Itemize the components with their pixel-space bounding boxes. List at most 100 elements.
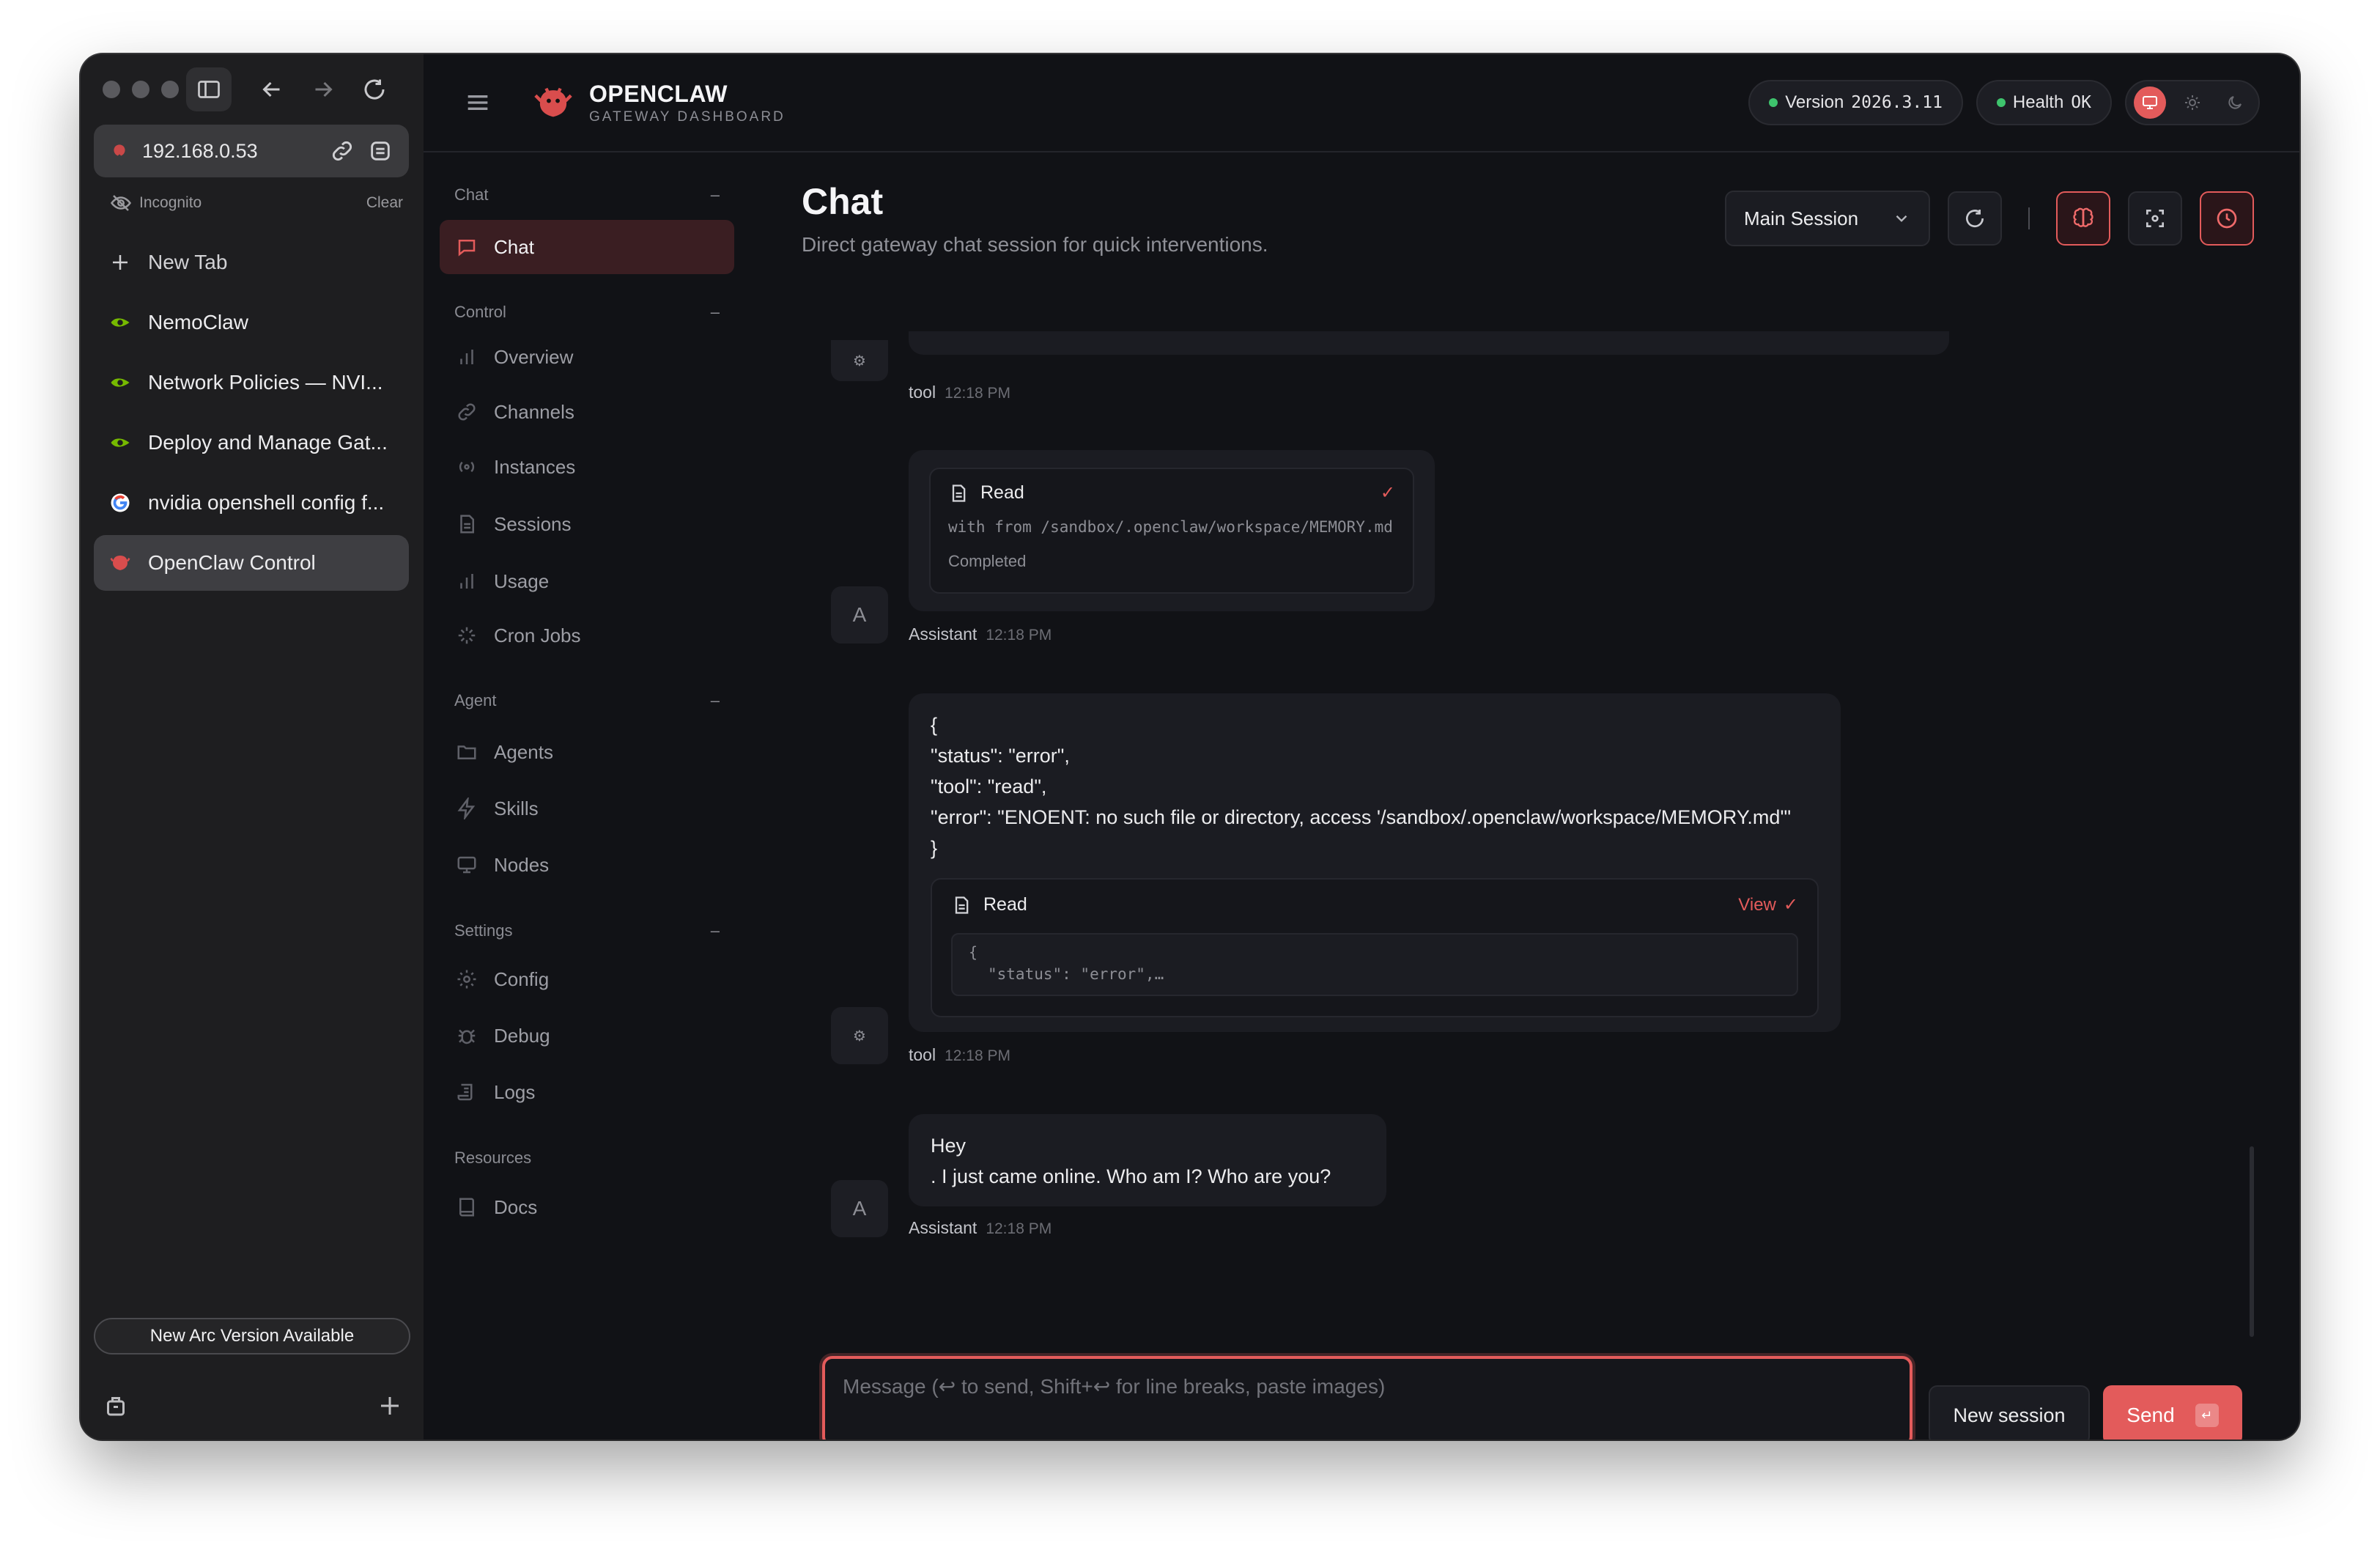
theme-system-button[interactable] [2134, 86, 2166, 119]
tool-card[interactable]: Read ✓ with from /sandbox/.openclaw/work… [929, 468, 1414, 594]
nav-item-instances[interactable]: Instances [440, 440, 734, 494]
nav-section-settings[interactable]: Settings – [440, 916, 734, 946]
forward-button[interactable] [300, 67, 346, 111]
nav-item-channels[interactable]: Channels [440, 384, 734, 440]
message-text-line: . I just came online. Who am I? Who are … [931, 1165, 1331, 1187]
nav-item-config[interactable]: Config [440, 950, 734, 1009]
nav-item-cron-jobs[interactable]: Cron Jobs [440, 608, 734, 663]
nav-item-nodes[interactable]: Nodes [440, 836, 734, 894]
collapse-icon: – [710, 185, 720, 204]
bar-chart-icon [460, 350, 473, 364]
history-button[interactable] [2200, 191, 2254, 246]
folder-icon [457, 745, 476, 759]
nav-item-usage[interactable]: Usage [440, 554, 734, 608]
chevron-down-icon [1896, 215, 1907, 222]
url-text: 192.168.0.53 [142, 139, 258, 162]
minimize-window-button[interactable] [132, 81, 149, 98]
arrow-right-icon [315, 81, 333, 97]
nav-item-sessions[interactable]: Sessions [440, 494, 734, 554]
sun-icon [2185, 95, 2200, 110]
nav-item-label: Channels [494, 400, 574, 423]
brand-name: OPENCLAW [589, 80, 728, 107]
tab-label: Network Policies — NVI... [148, 371, 383, 394]
file-text-icon [955, 896, 969, 914]
nav-item-agents[interactable]: Agents [440, 723, 734, 781]
google-icon [108, 491, 132, 515]
nav-item-label: Debug [494, 1024, 550, 1047]
status-dot [1769, 98, 1778, 107]
thinking-toggle-button[interactable] [2056, 191, 2110, 246]
assistant-avatar: A [831, 586, 888, 644]
session-select[interactable]: Main Session [1725, 191, 1930, 246]
nav-item-debug[interactable]: Debug [440, 1009, 734, 1063]
clock-icon [2217, 208, 2237, 229]
new-tab-button[interactable]: New Tab [94, 235, 409, 290]
version-badge: Version 2026.3.11 [1748, 80, 1963, 125]
page-title: Chat [802, 181, 884, 222]
preview-line: { [969, 943, 978, 961]
loader-icon [458, 627, 476, 644]
plus-icon[interactable] [377, 1393, 403, 1419]
chat-scrollbar[interactable] [2250, 1146, 2254, 1337]
message-meta: Assistant 12:18 PM [909, 1218, 1052, 1238]
nav-item-overview[interactable]: Overview [440, 330, 734, 384]
toggle-sidebar-button[interactable] [186, 67, 232, 111]
nav-section-title: Settings [454, 921, 513, 940]
nav-item-label: Agents [494, 740, 553, 763]
zap-icon [457, 797, 476, 819]
update-available-button[interactable]: New Arc Version Available [94, 1318, 410, 1354]
link-icon[interactable] [330, 139, 355, 163]
tool-card-title: Read [980, 482, 1024, 503]
theme-light-button[interactable] [2176, 86, 2209, 119]
page-subtitle: Direct gateway chat session for quick in… [802, 233, 1268, 256]
nav-item-label: Instances [494, 455, 576, 478]
menu-icon[interactable] [463, 88, 492, 117]
tool-card[interactable]: Read View ✓ { "status": "error",… [931, 878, 1819, 1017]
zoom-window-button[interactable] [161, 81, 179, 98]
message-sender: Assistant [909, 624, 978, 644]
nav-item-skills[interactable]: Skills [440, 781, 734, 836]
send-button[interactable]: Send ↵ [2103, 1385, 2242, 1440]
nav-section-chat[interactable]: Chat – [440, 180, 734, 210]
browser-tab[interactable]: Deploy and Manage Gat... [94, 415, 409, 471]
message-sender: tool [909, 1045, 936, 1064]
message-bubble [909, 331, 1949, 355]
nav-item-docs[interactable]: Docs [440, 1180, 734, 1234]
nav-item-logs[interactable]: Logs [440, 1063, 734, 1121]
site-settings-icon[interactable] [368, 139, 393, 163]
bar-chart-icon [460, 574, 473, 589]
message-text-line: { [931, 714, 938, 736]
nav-item-chat[interactable]: Chat [440, 220, 734, 274]
refresh-button[interactable] [1948, 191, 2002, 246]
focus-mode-button[interactable] [2128, 191, 2182, 246]
browser-tab-active[interactable]: OpenClaw Control [94, 535, 409, 591]
new-session-button[interactable]: New session [1929, 1385, 2090, 1440]
theme-dark-button[interactable] [2219, 86, 2251, 119]
tab-list: New Tab NemoClaw Network Policies — NVI.… [94, 235, 409, 595]
reload-button[interactable] [352, 67, 397, 111]
view-button[interactable]: View ✓ [1738, 894, 1798, 915]
message-composer[interactable] [822, 1356, 1912, 1440]
health-label: Health [2012, 92, 2064, 112]
link-icon [458, 403, 476, 421]
session-select-value: Main Session [1744, 207, 1859, 229]
openclaw-logo-icon [534, 87, 572, 117]
nav-section-control[interactable]: Control – [440, 298, 734, 327]
nav-section-agent[interactable]: Agent – [440, 686, 734, 715]
message-input[interactable] [843, 1375, 1892, 1398]
browser-tab[interactable]: nvidia openshell config f... [94, 475, 409, 531]
site-icon [114, 144, 125, 156]
tool-card-detail: with from /sandbox/.openclaw/workspace/M… [948, 518, 1393, 536]
archive-icon[interactable] [103, 1393, 129, 1419]
theme-switcher [2125, 80, 2260, 125]
file-icon [460, 515, 474, 534]
address-bar[interactable]: 192.168.0.53 [94, 125, 409, 177]
back-button[interactable] [249, 67, 295, 111]
close-window-button[interactable] [103, 81, 120, 98]
browser-tab[interactable]: NemoClaw [94, 295, 409, 350]
version-value: 2026.3.11 [1851, 93, 1943, 112]
clear-button[interactable]: Clear [366, 194, 403, 212]
nav-item-label: Nodes [494, 853, 550, 876]
browser-tab[interactable]: Network Policies — NVI... [94, 355, 409, 410]
tab-label: nvidia openshell config f... [148, 491, 385, 514]
